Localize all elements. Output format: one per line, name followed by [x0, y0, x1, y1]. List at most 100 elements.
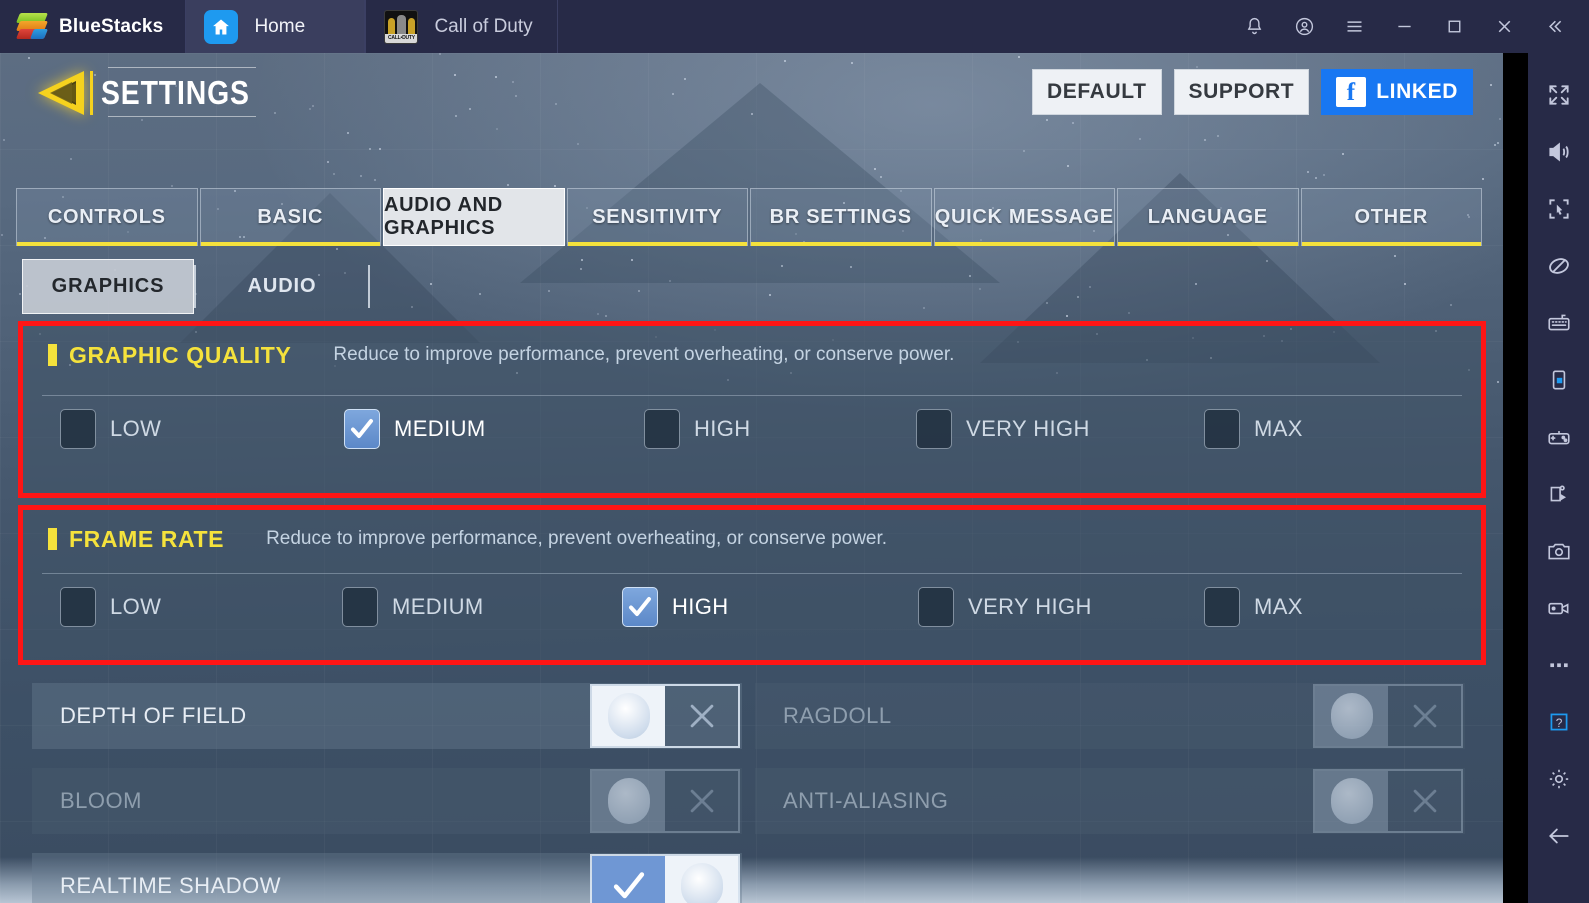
- tab-basic[interactable]: BASIC: [200, 188, 382, 246]
- option-label: LOW: [110, 416, 161, 442]
- checkbox-checked-icon[interactable]: [344, 409, 380, 449]
- header-rule-top: [108, 67, 256, 68]
- back-arrow-icon[interactable]: [1539, 820, 1579, 852]
- option-frame-rate-very-high[interactable]: VERY HIGH: [918, 587, 1092, 627]
- maximize-icon[interactable]: [1429, 0, 1479, 53]
- bluestacks-sidebar: ?: [1528, 53, 1589, 903]
- option-frame-rate-medium[interactable]: MEDIUM: [342, 587, 484, 627]
- svg-text:?: ?: [1555, 716, 1562, 730]
- screen-record-icon[interactable]: [1539, 592, 1579, 624]
- toggle-on-half: [592, 856, 665, 903]
- toggle-row-realtime-shadow[interactable]: REALTIME SHADOW: [32, 853, 742, 903]
- keyboard-controls-icon[interactable]: [1539, 307, 1579, 339]
- settings-gear-icon[interactable]: [1539, 763, 1579, 795]
- more-options-icon[interactable]: [1539, 649, 1579, 681]
- frame-rate-title: FRAME RATE: [69, 526, 224, 553]
- subtab-audio[interactable]: AUDIO: [196, 259, 368, 314]
- option-label: MAX: [1254, 594, 1303, 620]
- option-graphic-quality-low[interactable]: LOW: [60, 409, 161, 449]
- tab-quick-message[interactable]: QUICK MESSAGE: [934, 188, 1116, 246]
- toggle-row-anti-aliasing[interactable]: ANTI-ALIASING: [755, 768, 1465, 834]
- checkbox-unchecked-icon[interactable]: [918, 587, 954, 627]
- checkbox-unchecked-icon[interactable]: [342, 587, 378, 627]
- macro-play-icon[interactable]: [1539, 478, 1579, 510]
- eye-off-icon[interactable]: [1539, 250, 1579, 282]
- checkbox-unchecked-icon[interactable]: [1204, 409, 1240, 449]
- fullscreen-icon[interactable]: [1539, 79, 1579, 111]
- graphic-quality-description: Reduce to improve performance, prevent o…: [333, 344, 954, 366]
- titlebar-tab-call-of-duty[interactable]: CALL•DUTY Call of Duty: [365, 0, 557, 53]
- default-button[interactable]: DEFAULT: [1032, 69, 1161, 115]
- tab-other[interactable]: OTHER: [1301, 188, 1483, 246]
- user-account-icon[interactable]: [1279, 0, 1329, 53]
- realtime-shadow-toggle[interactable]: [590, 854, 740, 903]
- toggle-row-ragdoll[interactable]: RAGDOLL: [755, 683, 1465, 749]
- subtab-graphics[interactable]: GRAPHICS: [22, 259, 194, 314]
- toggle-row-bloom[interactable]: BLOOM: [32, 768, 742, 834]
- tab-audio-and-graphics[interactable]: AUDIO AND GRAPHICS: [383, 188, 565, 246]
- checkbox-unchecked-icon[interactable]: [644, 409, 680, 449]
- checkbox-unchecked-icon[interactable]: [916, 409, 952, 449]
- support-button[interactable]: SUPPORT: [1174, 69, 1310, 115]
- rotate-screen-icon[interactable]: [1539, 364, 1579, 396]
- volume-icon[interactable]: [1539, 136, 1579, 168]
- app-root: BlueStacks Home CALL•DUTY Call of Duty S…: [0, 0, 1589, 903]
- minimize-icon[interactable]: [1379, 0, 1429, 53]
- option-frame-rate-low[interactable]: LOW: [60, 587, 161, 627]
- toggle-label: ANTI-ALIASING: [783, 788, 948, 814]
- bluestacks-brand: BlueStacks: [0, 0, 185, 53]
- depth-of-field-toggle[interactable]: [590, 684, 740, 748]
- facebook-linked-button[interactable]: f LINKED: [1321, 69, 1473, 115]
- checkbox-unchecked-icon[interactable]: [1204, 587, 1240, 627]
- toggle-knob-icon: [608, 693, 650, 739]
- toggle-knob-icon: [608, 778, 650, 824]
- collapse-sidebar-icon[interactable]: [1529, 0, 1579, 53]
- option-frame-rate-high[interactable]: HIGH: [622, 587, 729, 627]
- checkbox-unchecked-icon[interactable]: [60, 587, 96, 627]
- ragdoll-toggle[interactable]: [1313, 684, 1463, 748]
- notifications-bell-icon[interactable]: [1229, 0, 1279, 53]
- tab-br-settings[interactable]: BR SETTINGS: [750, 188, 932, 246]
- cod-icon-caption: CALL•DUTY: [385, 34, 417, 43]
- tab-sensitivity[interactable]: SENSITIVITY: [567, 188, 749, 246]
- crosshair-cursor-icon[interactable]: [1539, 193, 1579, 225]
- toggle-knob-half: [592, 771, 665, 831]
- title-divider: [90, 71, 93, 115]
- toggle-label: RAGDOLL: [783, 703, 892, 729]
- settings-title-group: SETTINGS: [36, 69, 274, 117]
- tab-language[interactable]: LANGUAGE: [1117, 188, 1299, 246]
- toggle-label: DEPTH OF FIELD: [60, 703, 247, 729]
- bloom-toggle[interactable]: [590, 769, 740, 833]
- toggle-row-depth-of-field[interactable]: DEPTH OF FIELD: [32, 683, 742, 749]
- anti-aliasing-toggle[interactable]: [1313, 769, 1463, 833]
- facebook-linked-label: LINKED: [1376, 80, 1458, 104]
- section-divider: [42, 395, 1462, 396]
- help-icon[interactable]: ?: [1539, 706, 1579, 738]
- back-arrow-badge-icon[interactable]: [36, 69, 88, 117]
- option-graphic-quality-very-high[interactable]: VERY HIGH: [916, 409, 1090, 449]
- titlebar-tab-home-label: Home: [254, 16, 305, 38]
- frame-rate-header: FRAME RATE Reduce to improve performance…: [22, 509, 1482, 569]
- toggle-knob-half: [592, 686, 665, 746]
- option-label: VERY HIGH: [966, 416, 1090, 442]
- bluestacks-logo-icon: [18, 13, 48, 41]
- toggle-off-half: [1388, 686, 1461, 746]
- checkbox-unchecked-icon[interactable]: [60, 409, 96, 449]
- option-graphic-quality-high[interactable]: HIGH: [644, 409, 751, 449]
- option-graphic-quality-medium[interactable]: MEDIUM: [344, 409, 486, 449]
- screenshot-camera-icon[interactable]: [1539, 535, 1579, 567]
- option-frame-rate-max[interactable]: MAX: [1204, 587, 1303, 627]
- option-graphic-quality-max[interactable]: MAX: [1204, 409, 1303, 449]
- toggle-off-half: [665, 771, 738, 831]
- checkbox-checked-icon[interactable]: [622, 587, 658, 627]
- toggle-off-half: [1388, 771, 1461, 831]
- close-icon[interactable]: [1479, 0, 1529, 53]
- gamepad-icon[interactable]: [1539, 421, 1579, 453]
- tab-controls[interactable]: CONTROLS: [16, 188, 198, 246]
- section-accent-bar: [48, 344, 57, 366]
- option-label: HIGH: [694, 416, 751, 442]
- graphic-quality-options: LOW MEDIUM HIGH VERY HIGH MAX: [22, 409, 1482, 481]
- toggle-knob-icon: [681, 863, 723, 903]
- hamburger-menu-icon[interactable]: [1329, 0, 1379, 53]
- titlebar-tab-home[interactable]: Home: [185, 0, 365, 53]
